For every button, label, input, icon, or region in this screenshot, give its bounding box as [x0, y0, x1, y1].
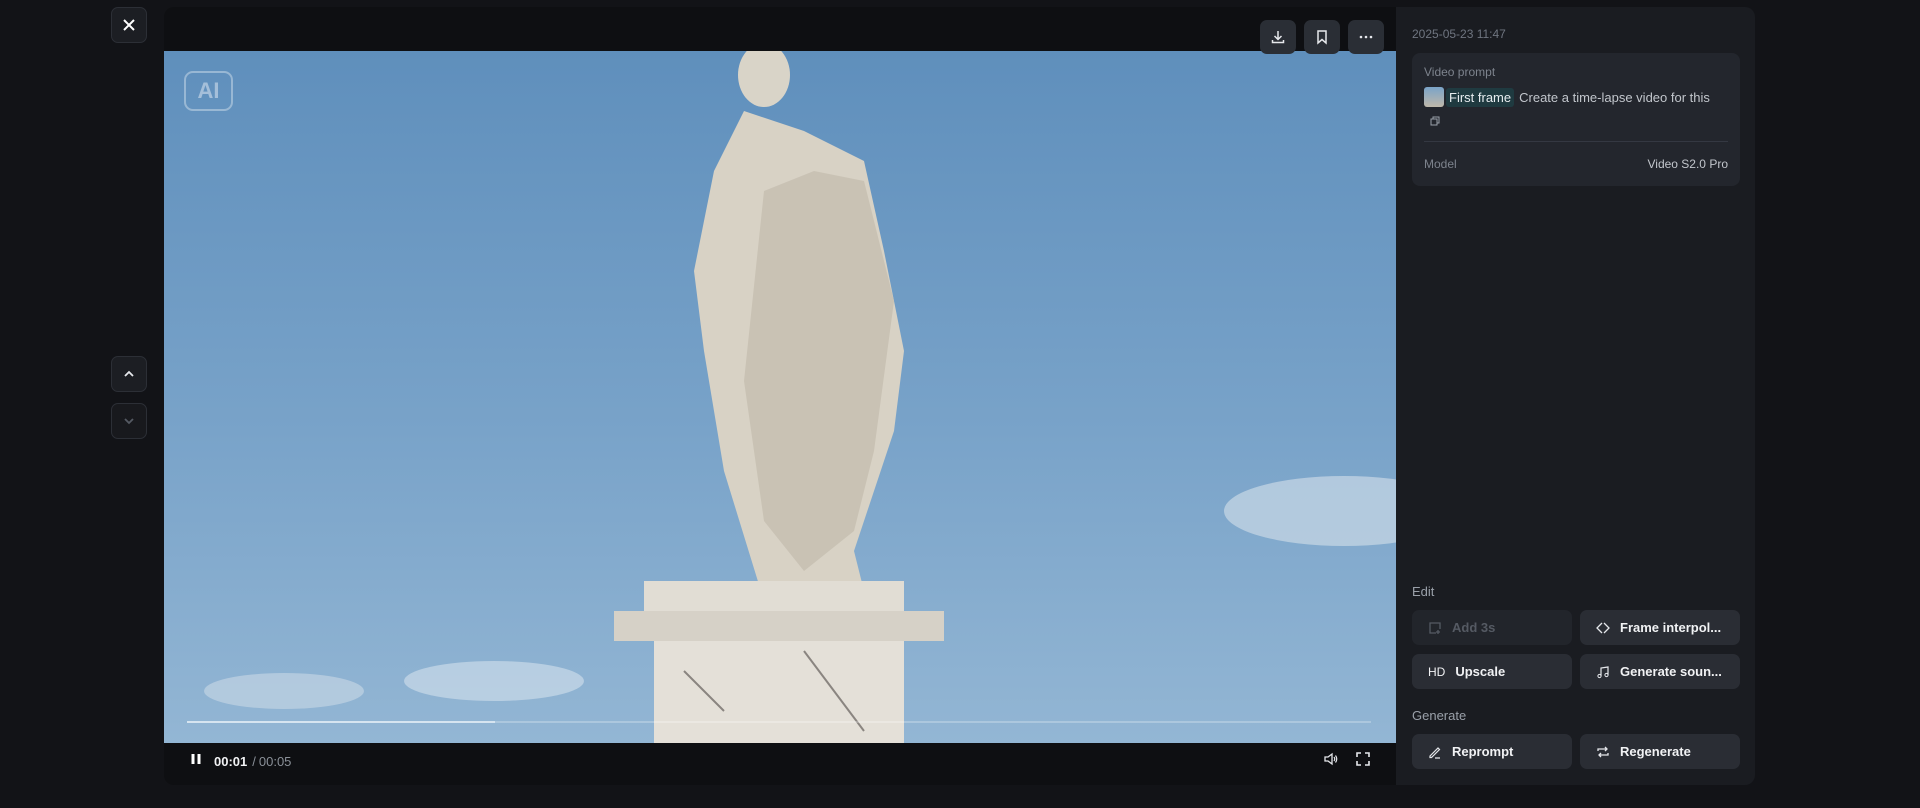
volume-button[interactable]: [1323, 751, 1339, 772]
first-frame-thumbnail: [1424, 87, 1444, 107]
prompt-card: Video prompt First frame Create a time-l…: [1412, 53, 1740, 186]
video-player[interactable]: AI 00:01 / 00:05: [164, 7, 1396, 785]
more-button[interactable]: [1348, 20, 1384, 54]
model-label: Model: [1424, 157, 1457, 171]
prompt-label: Video prompt: [1424, 65, 1496, 79]
regenerate-label: Regenerate: [1620, 744, 1691, 759]
progress-fill: [187, 721, 495, 723]
reprompt-button[interactable]: Reprompt: [1412, 734, 1572, 769]
copy-icon: [1430, 116, 1440, 126]
regenerate-button[interactable]: Regenerate: [1580, 734, 1740, 769]
fullscreen-icon: [1356, 751, 1370, 766]
ai-watermark: AI: [184, 71, 233, 111]
generate-sound-button[interactable]: Generate soun...: [1580, 654, 1740, 689]
statue-image: [204, 51, 1396, 743]
add-3s-button[interactable]: Add 3s: [1412, 610, 1572, 645]
prompt-text: Create a time-lapse video for this: [1519, 89, 1710, 105]
upscale-label: Upscale: [1455, 664, 1506, 679]
music-note-icon: [1597, 665, 1609, 678]
pause-button[interactable]: [190, 752, 202, 770]
download-icon: [1271, 31, 1285, 44]
generate-sound-label: Generate soun...: [1620, 664, 1722, 679]
reprompt-label: Reprompt: [1452, 744, 1514, 759]
video-frame[interactable]: AI: [164, 51, 1396, 743]
generate-label: Generate: [1412, 708, 1467, 723]
bookmark-button[interactable]: [1304, 20, 1340, 54]
close-button[interactable]: [111, 7, 147, 43]
details-panel: 2025-05-23 11:47 Video prompt First fram…: [1396, 7, 1755, 785]
previous-button[interactable]: [111, 356, 147, 392]
frame-interpolation-button[interactable]: Frame interpol...: [1580, 610, 1740, 645]
volume-icon: [1324, 752, 1338, 765]
download-button[interactable]: [1260, 20, 1296, 54]
frame-interpolation-label: Frame interpol...: [1620, 620, 1722, 635]
duration: 00:05: [258, 753, 292, 769]
chevron-up-icon: [124, 370, 134, 377]
chevron-down-icon: [124, 418, 134, 425]
fullscreen-button[interactable]: [1355, 751, 1371, 772]
close-icon: [123, 19, 135, 31]
add-3s-label: Add 3s: [1452, 620, 1496, 635]
model-value: Video S2.0 Pro: [1647, 157, 1728, 171]
time-separator: /: [252, 753, 256, 769]
more-icon: [1359, 35, 1373, 39]
next-button[interactable]: [111, 403, 147, 439]
copy-button[interactable]: [1430, 113, 1442, 131]
bookmark-icon: [1317, 30, 1327, 45]
repeat-icon: [1597, 746, 1609, 757]
current-time: 00:01: [214, 753, 248, 769]
pencil-icon: [1429, 746, 1441, 759]
divider: [1424, 141, 1728, 142]
hd-icon: HD: [1428, 664, 1446, 679]
clock-plus-icon: [1429, 621, 1441, 634]
upscale-button[interactable]: HD Upscale: [1412, 654, 1572, 689]
frame-interpolation-icon: [1596, 622, 1610, 633]
edit-label: Edit: [1412, 584, 1435, 599]
pause-icon: [191, 754, 201, 764]
timestamp: 2025-05-23 11:47: [1412, 27, 1506, 41]
first-frame-tag[interactable]: First frame: [1446, 87, 1515, 107]
progress-bar[interactable]: [187, 721, 1371, 723]
